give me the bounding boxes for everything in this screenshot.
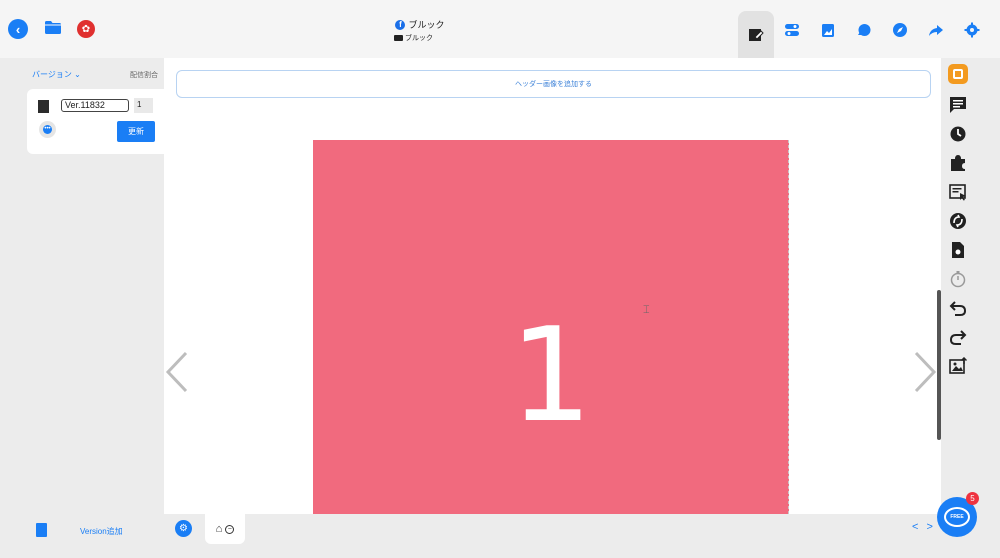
chevron-left-icon: ‹: [15, 21, 21, 37]
page-settings-button[interactable]: ⚙: [175, 520, 192, 537]
history-icon: [950, 126, 966, 141]
text-cursor-icon: ⌶: [643, 304, 650, 316]
undo-icon: [949, 300, 967, 316]
slide-content[interactable]: 1: [313, 140, 789, 514]
right-toolbar: [945, 62, 971, 380]
toggle-icon: [785, 23, 799, 36]
compass-icon: [893, 22, 907, 37]
tool-timer[interactable]: [945, 264, 971, 293]
puzzle-icon: [951, 154, 965, 171]
doc-settings-icon: [952, 241, 964, 258]
page-tab-home[interactable]: ⌂ −: [205, 514, 245, 544]
notification-badge: 5: [966, 492, 979, 505]
folder-icon[interactable]: [45, 21, 61, 34]
remove-page-icon[interactable]: −: [225, 524, 235, 534]
page-subtitle-text: ブルック: [405, 35, 433, 42]
tool-redo[interactable]: [945, 322, 971, 351]
top-bar: ‹ ✿ f ブルック ブルック: [0, 0, 1000, 58]
tool-sync[interactable]: [945, 206, 971, 235]
tab-bookmark[interactable]: [810, 11, 846, 48]
version-dropdown[interactable]: バージョン ⌄: [32, 69, 81, 80]
version-name-input[interactable]: Ver.11832: [61, 99, 129, 112]
next-slide-arrow-icon[interactable]: [910, 350, 940, 394]
page-pager: <>: [912, 521, 941, 533]
add-header-image-button[interactable]: ヘッダー画像を追加する: [176, 70, 931, 98]
page-title-group: f ブルック: [380, 16, 460, 34]
gear-icon: ⚙: [179, 523, 188, 534]
previous-slide-arrow-icon[interactable]: [164, 350, 194, 394]
tool-doc-settings[interactable]: [945, 235, 971, 264]
home-icon: ⌂: [215, 523, 223, 535]
tab-edit[interactable]: [738, 11, 774, 58]
page-title: ブルック: [408, 20, 445, 31]
chat-icon: [858, 23, 871, 36]
tool-image-upload[interactable]: [945, 351, 971, 380]
redo-icon: [949, 329, 967, 345]
tool-plugin[interactable]: [945, 148, 971, 177]
add-version-button[interactable]: Version追加: [80, 526, 123, 537]
ratio-input[interactable]: 1: [134, 98, 153, 113]
timer-icon: [950, 270, 966, 287]
back-button[interactable]: ‹: [8, 19, 28, 39]
page-subtitle: ブルック: [394, 33, 433, 43]
text-select-icon: [949, 183, 966, 200]
bottom-bar: ⚙ ⌂ −: [164, 514, 941, 544]
facebook-icon: f: [395, 19, 406, 30]
add-version-icon[interactable]: [36, 523, 47, 537]
tab-settings[interactable]: [954, 11, 990, 48]
distribution-ratio-label: 配信割合: [130, 72, 158, 79]
tool-text-select[interactable]: [945, 177, 971, 206]
more-options-button[interactable]: •••: [39, 121, 56, 138]
image-upload-icon: [949, 356, 967, 374]
tool-comment[interactable]: [945, 90, 971, 119]
tool-history[interactable]: [945, 119, 971, 148]
more-icon: •••: [43, 125, 52, 134]
top-tabs: [738, 11, 990, 58]
tab-share[interactable]: [918, 11, 954, 48]
update-button[interactable]: 更新: [117, 121, 155, 142]
editor-canvas: ヘッダー画像を追加する 1 ⌶: [164, 58, 941, 514]
tab-chat[interactable]: [846, 11, 882, 48]
brand-logo-icon[interactable]: ✿: [77, 20, 95, 38]
bookmark-icon: [822, 23, 834, 37]
version-card: Ver.11832 1 ••• 更新: [27, 89, 164, 154]
app-icon[interactable]: [948, 64, 968, 84]
chevron-down-icon: ⌄: [74, 70, 81, 79]
tab-compass[interactable]: [882, 11, 918, 48]
edit-icon: [749, 28, 764, 41]
share-icon: [929, 24, 943, 36]
chat-bubble-icon: FREE: [944, 507, 970, 527]
comment-icon: [950, 96, 966, 113]
canvas-scrollbar[interactable]: [937, 290, 941, 440]
folder-small-icon: [394, 35, 403, 42]
version-dropdown-label: バージョン: [32, 70, 72, 79]
pager-prev-icon[interactable]: <: [912, 521, 926, 533]
tab-toggle[interactable]: [774, 11, 810, 48]
slide-number: 1: [509, 299, 593, 451]
settings-icon: [964, 22, 980, 37]
document-icon: [38, 100, 49, 113]
tool-undo[interactable]: [945, 293, 971, 322]
sync-icon: [950, 212, 966, 229]
